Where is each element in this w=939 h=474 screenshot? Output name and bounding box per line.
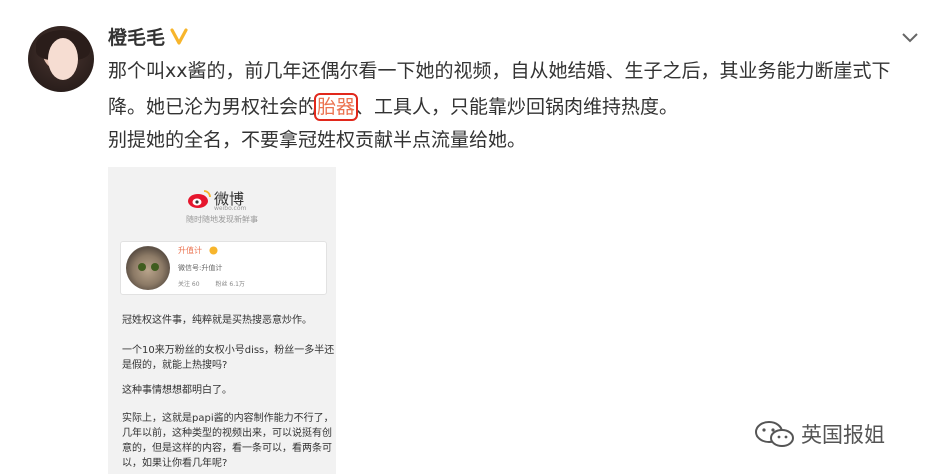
- highlighted-term: 胎器: [314, 93, 359, 121]
- post-text-segment: 、工具人，只能靠炒回锅肉维持热度。: [355, 96, 679, 118]
- cat-eye: [138, 263, 146, 271]
- watermark: 英国报姐: [753, 418, 885, 450]
- author-avatar[interactable]: [28, 26, 94, 92]
- profile-following: 关注 60: [178, 281, 200, 288]
- profile-stats: 关注 60 粉丝 6.1万: [178, 279, 259, 288]
- card-paragraph: 冠姓权这件事，纯粹就是买热搜恶意炒作。: [122, 315, 312, 326]
- profile-card: 升值计 微信号:升值计 关注 60 粉丝 6.1万: [120, 241, 327, 295]
- post-text-line-1: 那个叫xx酱的，前几年还偶尔看一下她的视频，自从她结婚、生子之后，其业务能力断崖…: [108, 60, 891, 82]
- post-text-line-3: 别提她的全名，不要拿冠姓权贡献半点流量给她。: [108, 129, 527, 151]
- profile-badge-icon: [209, 246, 218, 255]
- post-text-segment: 降。她已沦为男权社会的: [108, 96, 318, 118]
- card-paragraph: 实际上，这就是papi酱的内容制作能力不行了，: [122, 413, 334, 424]
- card-paragraph: 意的，但是这样的内容，看一条可以，看两条可: [122, 443, 332, 454]
- card-paragraph: 这种事情想想都明白了。: [122, 385, 232, 396]
- weibo-slogan: 随时随地发现新鲜事: [186, 215, 258, 224]
- card-paragraph: 以，如果让你看几年呢?: [122, 458, 228, 469]
- chevron-down-icon[interactable]: [901, 30, 919, 44]
- profile-name: 升值计: [178, 246, 202, 255]
- cat-avatar: [126, 246, 170, 290]
- weibo-domain: weibo.com: [214, 205, 247, 212]
- avatar-face: [48, 38, 78, 80]
- card-paragraph: 一个10来万粉丝的女权小号diss，粉丝一多半还: [122, 345, 335, 356]
- wechat-watermark-icon: [755, 421, 794, 447]
- author-name[interactable]: 橙毛毛: [108, 23, 165, 50]
- card-paragraph: 几年以前，这种类型的视频出来，可以说挺有创: [122, 428, 332, 439]
- watermark-text: 英国报姐: [801, 423, 885, 447]
- card-paragraph: 是假的，就能上热搜吗?: [122, 360, 228, 371]
- attached-image[interactable]: 微博 weibo.com 随时随地发现新鲜事 升值计 微信号:升值计 关注 60…: [108, 167, 336, 474]
- cat-eye: [151, 263, 159, 271]
- profile-wechat-id: 微信号:升值计: [178, 264, 223, 272]
- profile-followers: 粉丝 6.1万: [215, 281, 245, 288]
- post-text-line-2: 降。她已沦为男权社会的胎器、工具人，只能靠炒回锅肉维持热度。: [108, 93, 678, 121]
- verified-badge-icon: [170, 28, 188, 45]
